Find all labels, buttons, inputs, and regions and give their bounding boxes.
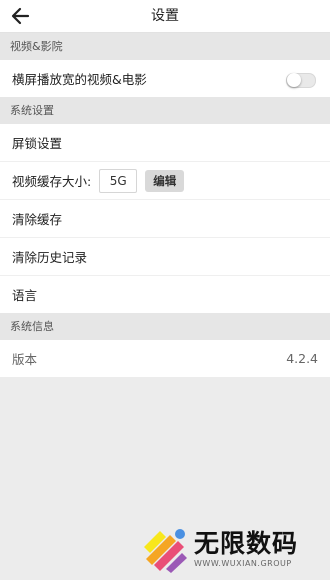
- lock-settings-row[interactable]: 屏锁设置: [0, 124, 330, 162]
- cache-size-field[interactable]: 5G: [99, 168, 138, 193]
- landscape-playback-toggle[interactable]: [286, 73, 316, 88]
- clear-cache-label: 清除缓存: [12, 212, 63, 227]
- language-label: 语言: [12, 288, 38, 303]
- logo-name: 无限数码: [194, 529, 299, 558]
- version-label: 版本: [12, 352, 38, 367]
- clear-cache-row[interactable]: 清除缓存: [0, 200, 330, 238]
- logo-url: WWW.WUXIAN.GROUP: [194, 559, 292, 568]
- clear-history-label: 清除历史记录: [12, 250, 88, 265]
- section-header-info: 系统信息: [0, 313, 330, 340]
- landscape-playback-label: 横屏播放宽的视频&电影: [12, 72, 147, 87]
- lock-settings-label: 屏锁设置: [12, 136, 63, 151]
- logo-icon: [144, 529, 187, 573]
- info-group: 版本 4.2.4: [0, 340, 330, 377]
- language-row[interactable]: 语言: [0, 276, 330, 313]
- version-row: 版本 4.2.4: [0, 340, 330, 377]
- top-navigation-bar: 设置: [0, 0, 330, 33]
- section-header-system: 系统设置: [0, 97, 330, 124]
- section-header-video: 视频&影院: [0, 33, 330, 60]
- toggle-knob: [287, 73, 301, 87]
- video-settings-group: 横屏播放宽的视频&电影: [0, 60, 330, 97]
- version-value: 4.2.4: [286, 351, 318, 366]
- page-title: 设置: [151, 8, 179, 24]
- system-settings-group: 屏锁设置 视频缓存大小: 5G 编辑 清除缓存 清除历史记录 语言: [0, 124, 330, 313]
- cache-size-row: 视频缓存大小: 5G 编辑: [0, 162, 330, 200]
- cache-size-label: 视频缓存大小:: [12, 174, 92, 189]
- watermark-logo: 无限数码 WWW.WUXIAN.GROUP: [140, 525, 298, 573]
- edit-cache-button[interactable]: 编辑: [145, 169, 185, 192]
- clear-history-row[interactable]: 清除历史记录: [0, 238, 330, 276]
- logo-text: 无限数码 WWW.WUXIAN.GROUP: [194, 529, 299, 569]
- landscape-playback-row[interactable]: 横屏播放宽的视频&电影: [0, 60, 330, 97]
